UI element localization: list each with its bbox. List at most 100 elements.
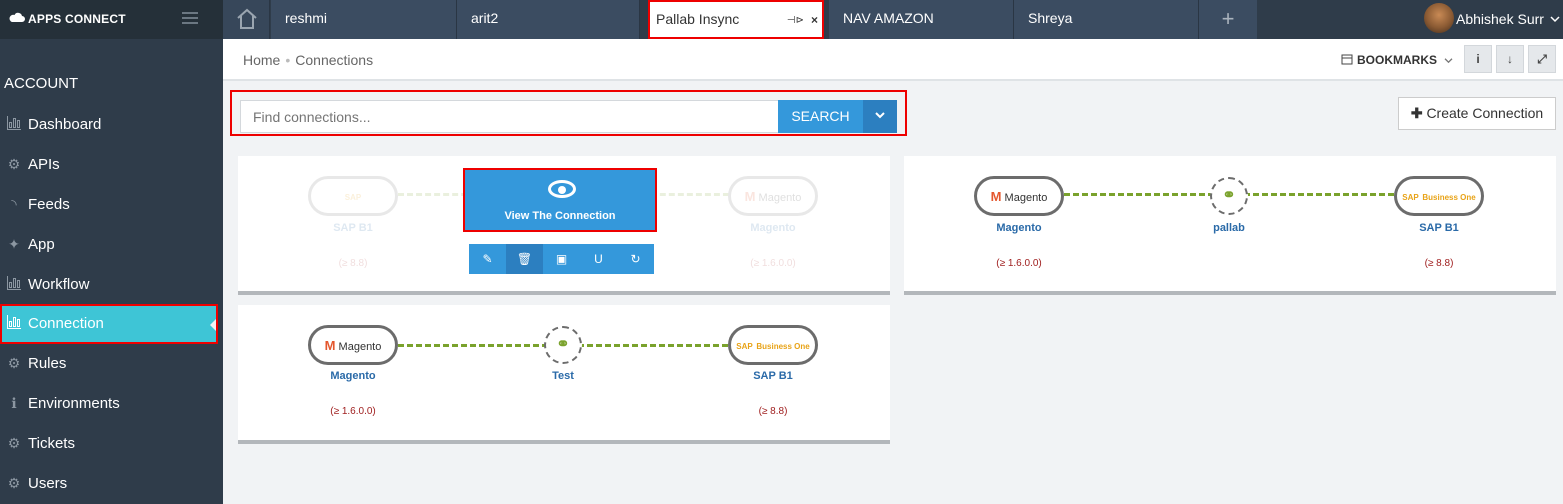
tab-label: reshmi <box>285 10 328 26</box>
info-button[interactable]: i <box>1464 45 1492 73</box>
search-dropdown-button[interactable] <box>863 100 897 133</box>
magento-logo: M Magento <box>308 325 398 365</box>
menu-toggle-icon[interactable] <box>182 12 198 24</box>
version-label: (≥ 1.6.0.0) <box>750 258 796 269</box>
sidebar-item-label: APIs <box>28 156 60 173</box>
chevron-down-icon <box>875 112 885 119</box>
close-icon[interactable]: × <box>811 13 818 27</box>
view-connection-button[interactable]: View The Connection <box>463 168 657 232</box>
bookmarks-button[interactable]: BOOKMARKS <box>1341 53 1453 67</box>
download-button[interactable]: ↓ <box>1496 45 1524 73</box>
sidebar-item-environments[interactable]: ℹ Environments <box>0 384 223 424</box>
user-name: Abhishek Surr <box>1456 11 1544 27</box>
breadcrumb-current: Connections <box>295 52 374 68</box>
tab-nav-amazon[interactable]: NAV AMAZON <box>829 0 1014 39</box>
search-area: SEARCH <box>230 90 907 136</box>
plus-icon: ✚ <box>1410 105 1423 121</box>
sidebar-item-label: App <box>28 236 55 253</box>
bookmarks-label: BOOKMARKS <box>1357 53 1437 67</box>
refresh-icon[interactable]: ↻ <box>617 244 654 274</box>
search-button[interactable]: SEARCH <box>778 100 863 133</box>
calendar-icon <box>1341 54 1353 65</box>
add-tab-button[interactable]: + <box>1199 0 1257 39</box>
sidebar-item-workflow[interactable]: Workflow <box>0 265 223 305</box>
puzzle-icon: ✦ <box>8 236 20 252</box>
chevron-down-icon <box>1550 16 1560 23</box>
node-label: Magento <box>330 370 376 382</box>
connection-name: Test <box>552 370 574 382</box>
pin-icon[interactable]: ⊣⊳ <box>787 15 804 26</box>
sidebar-item-users[interactable]: ⚙ Users <box>0 464 223 504</box>
node-label: SAP B1 <box>333 222 373 234</box>
tab-label: Shreya <box>1028 10 1073 26</box>
bar-chart-icon <box>6 276 22 292</box>
bar-chart-icon <box>6 315 22 331</box>
expand-button[interactable]: ⤢ <box>1528 45 1556 73</box>
node-label: SAP B1 <box>1419 222 1459 234</box>
tab-label: Pallab Insync <box>656 11 740 27</box>
trash-icon[interactable]: 🗑 <box>506 244 543 274</box>
sidebar-item-label: Feeds <box>28 196 70 213</box>
sidebar-item-connection[interactable]: Connection <box>0 304 218 344</box>
gear-icon: ⚙ <box>7 156 21 172</box>
breadcrumb-bar: Home • Connections BOOKMARKS i ↓ ⤢ <box>223 39 1563 81</box>
link-icon: ⚭ <box>1210 177 1248 215</box>
tab-pallab-insync[interactable]: Pallab Insync ⊣⊳ × <box>648 0 824 39</box>
sidebar-item-app[interactable]: ✦ App <box>0 225 223 265</box>
link-icon: ⚭ <box>544 326 582 364</box>
tab-arit2[interactable]: arit2 <box>457 0 640 39</box>
sidebar-item-label: Dashboard <box>28 116 102 133</box>
connection-actions: ✎ 🗑 ▣ U ↻ <box>469 244 654 274</box>
eye-icon <box>548 180 576 198</box>
magento-logo: M Magento <box>728 176 818 216</box>
sidebar-item-label: Users <box>28 475 68 492</box>
gear-icon: ⚙ <box>7 435 21 451</box>
top-bar: APPS CONNECT reshmi arit2 Pallab Insync … <box>0 0 1563 39</box>
sidebar-item-feeds[interactable]: ◝ Feeds <box>0 185 223 225</box>
version-label: (≥ 8.8) <box>338 258 368 269</box>
tab-reshmi[interactable]: reshmi <box>271 0 457 39</box>
connection-card[interactable]: M Magento ⚭ SAP Business One Magento Tes… <box>238 305 890 444</box>
sidebar-item-label: Tickets <box>28 435 75 452</box>
sidebar-item-rules[interactable]: ⚙ Rules <box>0 344 223 384</box>
create-connection-label: Create Connection <box>1426 105 1544 121</box>
gear-icon: ⚙ <box>7 475 21 491</box>
create-connection-button[interactable]: ✚ Create Connection <box>1398 97 1556 130</box>
sidebar-item-apis[interactable]: ⚙ APIs <box>0 145 223 185</box>
sap-logo: SAP Business One <box>1394 176 1484 216</box>
briefcase-icon[interactable]: ▣ <box>543 244 580 274</box>
bar-chart-icon <box>6 116 22 132</box>
tab-label: arit2 <box>471 10 499 26</box>
sidebar-item-dashboard[interactable]: Dashboard <box>0 105 223 145</box>
search-input[interactable] <box>240 100 780 133</box>
breadcrumb-home[interactable]: Home <box>243 52 280 68</box>
avatar <box>1424 3 1454 33</box>
tab-shreya[interactable]: Shreya <box>1014 0 1199 39</box>
node-label: Magento <box>996 222 1042 234</box>
view-connection-label: View The Connection <box>504 210 616 222</box>
sap-logo: SAP Business One <box>728 325 818 365</box>
home-icon <box>237 8 257 29</box>
info-icon: ℹ <box>11 395 17 411</box>
chevron-down-icon <box>1444 58 1453 64</box>
sidebar: ACCOUNT Dashboard ⚙ APIs ◝ Feeds ✦ App W… <box>0 39 223 504</box>
sidebar-item-label: Environments <box>28 395 120 412</box>
sidebar-item-label: Connection <box>28 315 104 332</box>
gear-icon: ⚙ <box>7 355 21 371</box>
brand-name: APPS CONNECT <box>28 12 126 26</box>
connection-card[interactable]: M Magento ⚭ SAP Business One Magento pal… <box>904 156 1556 295</box>
sidebar-item-tickets[interactable]: ⚙ Tickets <box>0 424 223 464</box>
node-label: Magento <box>750 222 796 234</box>
sap-logo: SAP <box>308 176 398 216</box>
cloud-icon <box>9 12 25 22</box>
version-label: (≥ 1.6.0.0) <box>330 406 376 417</box>
node-label: SAP B1 <box>753 370 793 382</box>
magnet-icon[interactable]: U <box>580 244 617 274</box>
breadcrumb: Home • Connections <box>243 52 373 68</box>
magento-logo: M Magento <box>974 176 1064 216</box>
edit-icon[interactable]: ✎ <box>469 244 506 274</box>
breadcrumb-separator: • <box>285 52 291 68</box>
sidebar-item-label: Rules <box>28 355 67 372</box>
tab-label: NAV AMAZON <box>843 10 934 26</box>
home-tab[interactable] <box>223 0 270 39</box>
